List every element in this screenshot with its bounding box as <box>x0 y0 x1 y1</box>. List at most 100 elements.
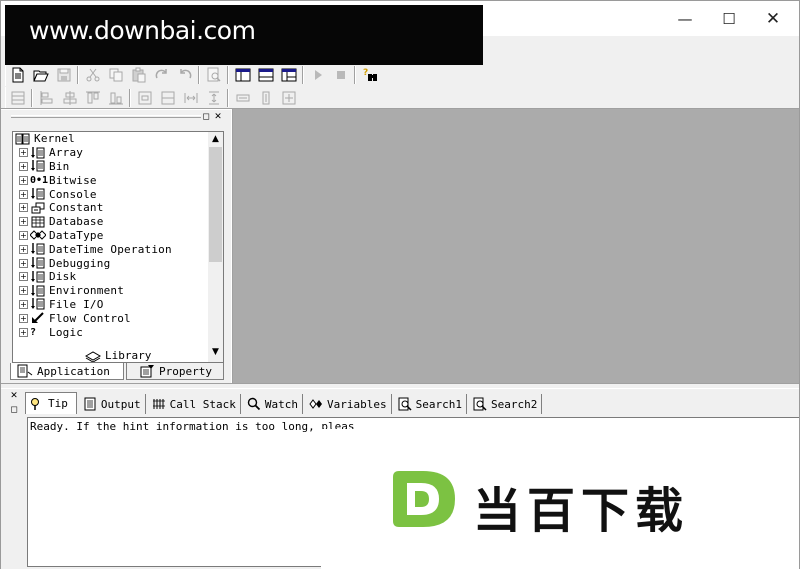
align-top-icon <box>85 91 100 104</box>
expand-plus-icon[interactable]: + <box>19 313 28 323</box>
tree-item-datetime-operation[interactable]: + DateTime Operation <box>13 242 208 256</box>
tree-item-database[interactable]: + Database <box>13 215 208 229</box>
expand-plus-icon[interactable]: + <box>19 148 28 158</box>
tree-item-file-i-o[interactable]: + File I/O <box>13 298 208 312</box>
tree-item-bin[interactable]: + Bin <box>13 160 208 174</box>
doc-arrow-icon <box>30 160 48 172</box>
tab-label: Search1 <box>415 397 462 411</box>
library-tree[interactable]: Kernel + Array + Bin +0•1 Bitwise + Console + Con… <box>12 131 224 363</box>
panel-tab-strip: Application Property <box>10 363 228 381</box>
output-icon <box>83 397 101 411</box>
close-window-button[interactable]: ✕ <box>750 1 796 36</box>
output-panel-close-button[interactable]: ✕ <box>9 392 19 402</box>
mdi-workspace[interactable] <box>233 109 799 383</box>
variables-icon <box>309 397 327 411</box>
align-top-button[interactable] <box>81 87 104 109</box>
expand-plus-icon[interactable]: + <box>19 189 28 199</box>
tab-property[interactable]: Property <box>126 363 224 380</box>
tab-variables[interactable]: Variables <box>305 394 392 414</box>
tree-item-disk[interactable]: + Disk <box>13 270 208 284</box>
align-bottom-button[interactable] <box>104 87 127 109</box>
call-stack-icon <box>152 397 170 411</box>
tab-search2[interactable]: Search2 <box>469 394 543 414</box>
panel-grip[interactable] <box>11 115 201 118</box>
toggle-panel-split-button[interactable] <box>277 64 300 86</box>
tab-label: Watch <box>264 397 298 411</box>
window-layout-icon <box>258 68 273 82</box>
tree-item-datatype[interactable]: + DataType <box>13 229 208 243</box>
center-horizontal-button[interactable] <box>133 87 156 109</box>
expand-plus-icon[interactable]: + <box>19 217 28 227</box>
search-icon <box>398 397 416 411</box>
copy-icon <box>109 68 122 82</box>
same-width-button[interactable] <box>231 87 254 109</box>
expand-plus-icon[interactable]: + <box>19 175 28 185</box>
tree-item-label: Console <box>49 187 97 201</box>
space-vertical-button[interactable] <box>202 87 225 109</box>
maximize-button[interactable]: ☐ <box>706 1 752 36</box>
tree-scrollbar[interactable]: ▲ ▼ <box>208 132 223 362</box>
paste-button[interactable] <box>127 64 150 86</box>
cut-button[interactable] <box>81 64 104 86</box>
find-button[interactable] <box>202 64 225 86</box>
tab-output[interactable]: Output <box>79 394 146 414</box>
run-button[interactable] <box>306 64 329 86</box>
tree-item-constant[interactable]: + Constant <box>13 201 208 215</box>
space-horizontal-icon <box>184 93 197 103</box>
redo-button[interactable] <box>150 64 173 86</box>
output-panel-restore-button[interactable]: ◻ <box>9 406 19 416</box>
align-left-button[interactable] <box>35 87 58 109</box>
expand-plus-icon[interactable]: + <box>19 272 28 282</box>
scroll-down-arrow-icon[interactable]: ▼ <box>208 345 223 360</box>
copy-button[interactable] <box>104 64 127 86</box>
center-vertical-button[interactable] <box>156 87 179 109</box>
layout-toolbar <box>5 87 300 109</box>
new-file-button[interactable] <box>6 64 29 86</box>
doc-arrow-icon <box>30 146 48 159</box>
stop-button[interactable] <box>329 64 352 86</box>
expand-plus-icon[interactable]: + <box>19 203 28 213</box>
help-button[interactable]: ? <box>358 64 381 86</box>
tree-item-flow-control[interactable]: + Flow Control <box>13 311 208 325</box>
same-width-icon <box>236 94 249 102</box>
tab-tip[interactable]: Tip <box>25 392 77 414</box>
toolbar-separator <box>196 65 202 85</box>
tab-callstack[interactable]: Call Stack <box>148 394 241 414</box>
tree-item-bitwise[interactable]: +0•1 Bitwise <box>13 173 208 187</box>
undo-button[interactable] <box>173 64 196 86</box>
tab-search1[interactable]: Search1 <box>394 394 467 414</box>
tree-item-array[interactable]: + Array <box>13 146 208 160</box>
save-button[interactable] <box>52 64 75 86</box>
panel-restore-button[interactable]: ◻ <box>201 113 211 123</box>
tab-application[interactable]: Application <box>10 363 124 380</box>
scroll-up-arrow-icon[interactable]: ▲ <box>208 132 223 147</box>
align-center-button[interactable] <box>58 87 81 109</box>
expand-plus-icon[interactable]: + <box>19 286 28 296</box>
tree-item-console[interactable]: + Console <box>13 187 208 201</box>
toggle-panel-bottom-button[interactable] <box>254 64 277 86</box>
library-caption: Library <box>85 347 151 363</box>
expand-plus-icon[interactable]: + <box>19 161 28 171</box>
space-horizontal-button[interactable] <box>179 87 202 109</box>
same-height-button[interactable] <box>254 87 277 109</box>
expand-plus-icon[interactable]: + <box>19 327 28 337</box>
tab-watch[interactable]: Watch <box>243 394 303 414</box>
same-size-button[interactable] <box>277 87 300 109</box>
tree-item-debugging[interactable]: + Debugging <box>13 256 208 270</box>
window-layout-icon <box>281 68 296 82</box>
minimize-button[interactable]: — <box>662 1 708 36</box>
tree-item-kernel[interactable]: Kernel <box>13 132 208 146</box>
toggle-panel-left-button[interactable] <box>231 64 254 86</box>
panel-close-button[interactable]: ✕ <box>213 113 223 123</box>
open-file-button[interactable] <box>29 64 52 86</box>
tree-item-environment[interactable]: + Environment <box>13 284 208 298</box>
grid-button[interactable] <box>6 87 29 109</box>
expand-plus-icon[interactable]: + <box>19 258 28 268</box>
paste-clipboard-icon <box>132 67 145 83</box>
tab-property-label: Property <box>159 364 212 378</box>
expand-plus-icon[interactable]: + <box>19 244 28 254</box>
expand-plus-icon[interactable]: + <box>19 299 28 309</box>
scroll-thumb[interactable] <box>209 147 222 262</box>
tree-item-logic[interactable]: +? Logic <box>13 325 208 339</box>
expand-plus-icon[interactable]: + <box>19 230 28 240</box>
